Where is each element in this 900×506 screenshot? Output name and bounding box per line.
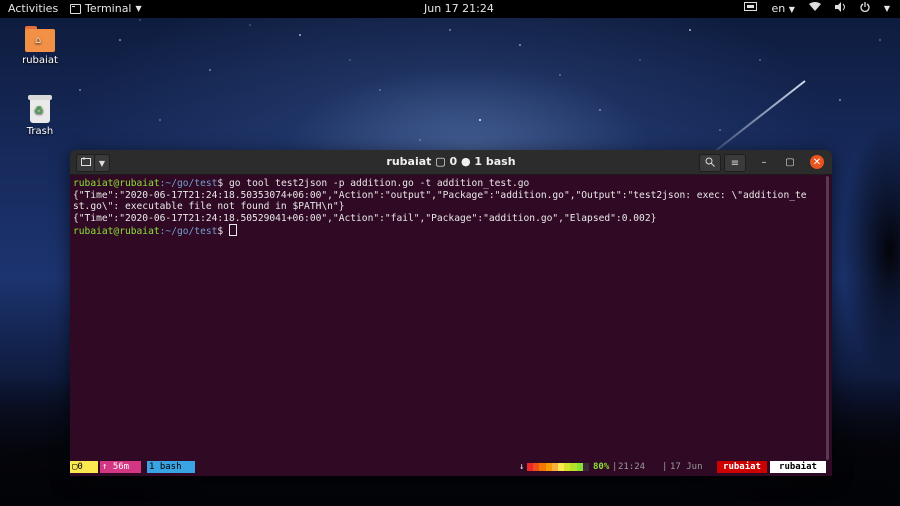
scrollbar-thumb[interactable] xyxy=(826,176,829,460)
title-bar[interactable]: ▼ rubaiat ▢ 0 ● 1 bash ≡ – ▢ ✕ xyxy=(70,150,832,175)
prompt-line: rubaiat@rubaiat:~/go/test$ xyxy=(73,224,822,238)
terminal-window[interactable]: ▼ rubaiat ▢ 0 ● 1 bash ≡ – ▢ ✕ rubaiat@r… xyxy=(70,150,832,476)
close-button[interactable]: ✕ xyxy=(810,155,824,169)
prompt-user: rubaiat@rubaiat xyxy=(73,226,160,237)
prompt-user: rubaiat@rubaiat xyxy=(73,178,160,189)
status-time: 21:24 xyxy=(618,462,646,472)
status-date: 17 Jun xyxy=(670,462,703,472)
output-line: {"Time":"2020-06-17T21:24:18.50529041+06… xyxy=(73,212,657,224)
prompt-symbol: $ xyxy=(217,226,229,237)
desktop-item-label: rubaiat xyxy=(22,55,58,66)
language-label: en xyxy=(771,2,786,15)
command-line: rubaiat@rubaiat:~/go/test$ go tool test2… xyxy=(73,178,822,190)
chevron-down-icon: ▼ xyxy=(135,4,142,13)
desktop-item-home[interactable]: ⌂ rubaiat xyxy=(15,26,65,66)
battery-meter xyxy=(527,463,590,471)
chevron-down-icon[interactable]: ▼ xyxy=(884,4,890,13)
maximize-icon: ▢ xyxy=(785,156,795,168)
terminal-icon xyxy=(70,3,81,14)
home-folder-icon: ⌂ xyxy=(25,26,55,52)
output-line: {"Time":"2020-06-17T21:24:18.50353074+06… xyxy=(73,189,807,201)
status-user: rubaiat xyxy=(770,461,826,473)
command-text: go tool test2json -p addition.go -t addi… xyxy=(228,178,530,189)
tmux-status-bar: ▢0 ↑ 56m 1 bash ↓ 80% | 21:24 | 17 Jun r… xyxy=(70,461,832,473)
chevron-down-icon: ▼ xyxy=(788,5,795,14)
close-icon: ✕ xyxy=(812,156,822,168)
down-arrow-icon: ↓ xyxy=(519,462,525,472)
minimize-icon: – xyxy=(761,156,767,168)
volume-icon[interactable] xyxy=(834,2,846,15)
prompt-path: :~/go/test xyxy=(159,226,218,237)
wifi-icon[interactable] xyxy=(808,2,821,15)
scrollbar[interactable] xyxy=(826,176,830,460)
hamburger-icon: ≡ xyxy=(730,157,740,169)
prompt-path: :~/go/test xyxy=(159,178,218,189)
desktop-item-trash[interactable]: ♻ Trash xyxy=(15,95,65,137)
search-button[interactable] xyxy=(699,154,721,172)
status-host: rubaiat xyxy=(717,461,767,473)
app-menu[interactable]: Terminal ▼ xyxy=(70,2,142,15)
desktop-item-label: Trash xyxy=(26,126,54,137)
uptime-indicator: ↑ 56m xyxy=(100,461,141,473)
system-tray[interactable]: en ▼ ▼ xyxy=(744,2,890,15)
session-tab[interactable]: 1 bash xyxy=(147,461,195,473)
app-menu-label: Terminal xyxy=(85,2,132,15)
output-line: st.go\": executable file not found in $P… xyxy=(73,201,345,212)
prompt-symbol: $ xyxy=(217,178,229,189)
maximize-button[interactable]: ▢ xyxy=(783,155,797,169)
terminal-output[interactable]: rubaiat@rubaiat:~/go/test$ go tool test2… xyxy=(70,176,822,461)
search-icon xyxy=(705,157,715,170)
activities-button[interactable]: Activities xyxy=(8,2,58,15)
text-cursor xyxy=(228,224,237,236)
minimize-button[interactable]: – xyxy=(757,155,771,169)
clock[interactable]: Jun 17 21:24 xyxy=(424,2,494,15)
top-bar: Activities Terminal ▼ Jun 17 21:24 en ▼ … xyxy=(0,0,900,18)
trash-icon: ♻ xyxy=(28,95,52,123)
window-indicator[interactable]: ▢0 xyxy=(70,461,98,473)
power-icon[interactable] xyxy=(860,2,870,15)
language-selector[interactable]: en ▼ xyxy=(771,2,794,15)
tree-silhouette xyxy=(820,80,900,410)
battery-percent: 80% xyxy=(593,462,610,472)
menu-button[interactable]: ≡ xyxy=(724,154,746,172)
display-icon[interactable] xyxy=(744,2,758,15)
